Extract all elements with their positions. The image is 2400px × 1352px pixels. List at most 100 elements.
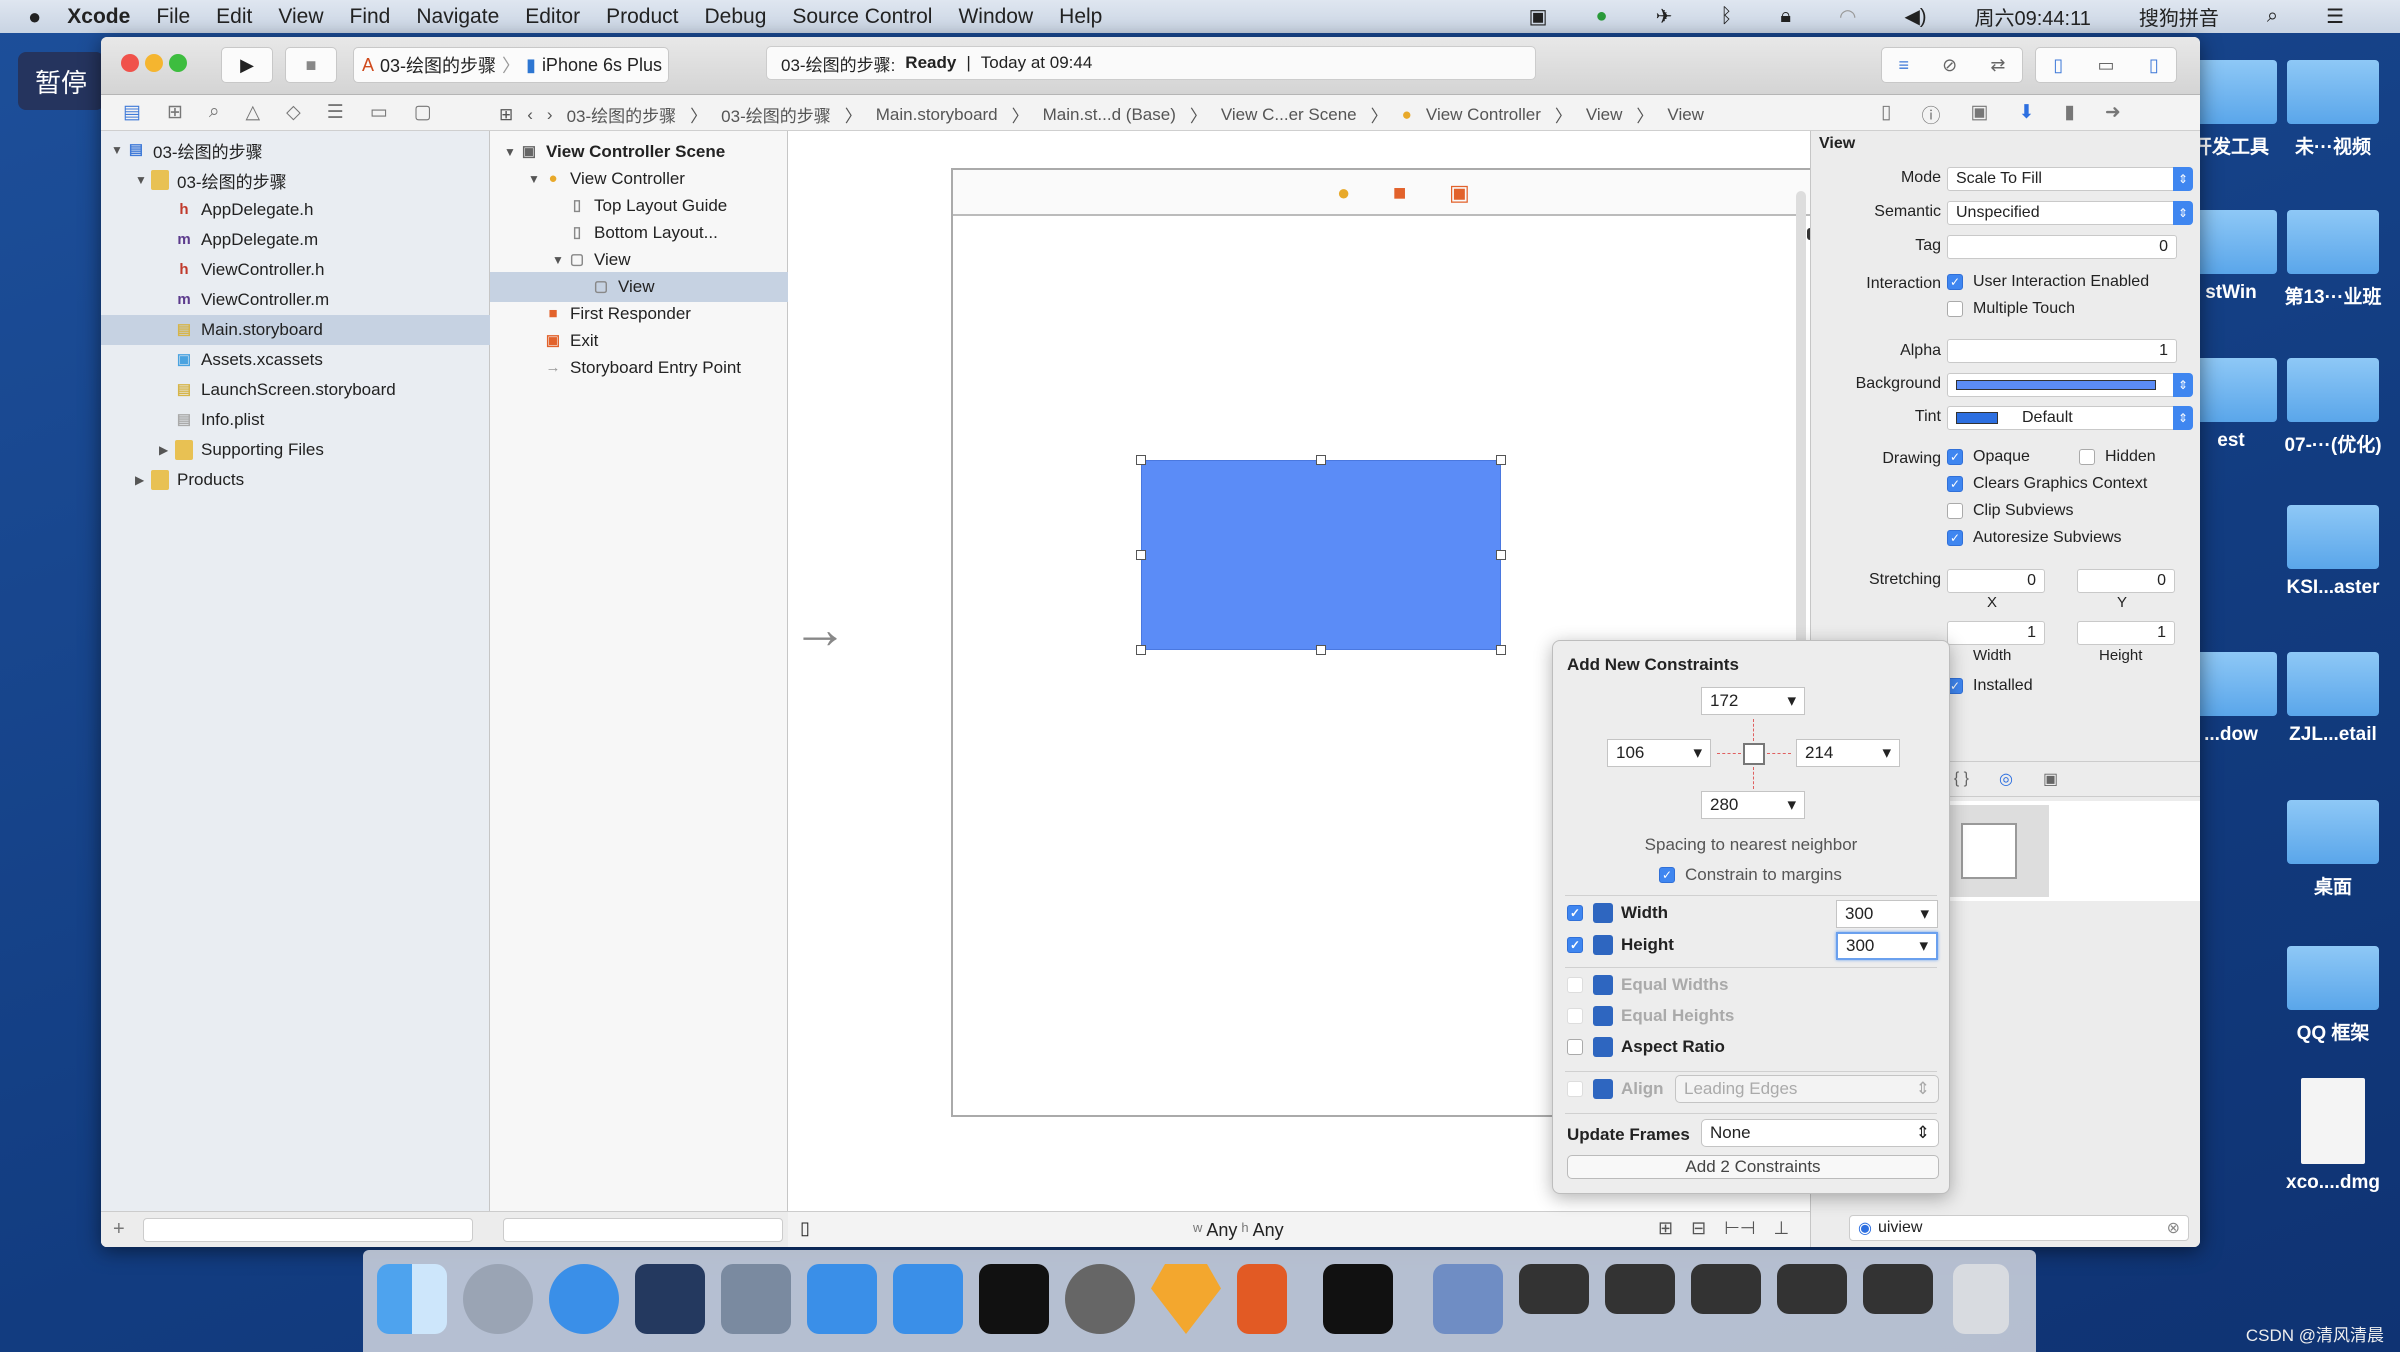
navigator-filter-input[interactable] [143, 1218, 473, 1242]
window-thumbnail-icon[interactable] [1777, 1264, 1847, 1314]
wifi-icon[interactable]: ◠ [1839, 4, 1856, 29]
navigator-item[interactable]: ▤ Info.plist [101, 405, 490, 435]
navigator-item[interactable]: ▣ Assets.xcassets [101, 345, 490, 375]
code-snippet-icon[interactable]: { } [1954, 770, 1969, 788]
breadcrumb-item[interactable]: 03-绘图的步骤 [567, 102, 677, 127]
menu-debug[interactable]: Debug [704, 5, 766, 29]
hidden-checkbox[interactable]: Hidden [2079, 448, 2156, 466]
desktop-item[interactable]: KSI...aster [2283, 505, 2383, 599]
entry-point-arrow[interactable]: → [792, 601, 848, 657]
desktop-item[interactable]: xco....dmg [2283, 1078, 2383, 1194]
simulator-icon[interactable] [893, 1264, 963, 1334]
version-editor-icon[interactable]: ⇄ [1990, 55, 2005, 76]
right-spacing-field[interactable]: 214 ▾ [1796, 739, 1900, 767]
opaque-checkbox[interactable]: ✓ Opaque [1947, 448, 2030, 466]
window-thumbnail-icon[interactable] [1691, 1264, 1761, 1314]
outline-item[interactable]: ▯ Bottom Layout... [490, 218, 788, 248]
installed-checkbox[interactable]: ✓ Installed [1947, 677, 2033, 695]
desktop-item[interactable]: 桌面 [2283, 800, 2383, 899]
stretch-x-field[interactable]: 0 [1947, 569, 2045, 593]
tint-select[interactable]: Default [1947, 406, 2177, 430]
top-spacing-field[interactable]: 172 ▾ [1701, 687, 1805, 715]
clip-subviews-checkbox[interactable]: Clip Subviews [1947, 502, 2073, 520]
menu-window[interactable]: Window [958, 5, 1033, 29]
library-search-input[interactable]: ◉ uiview ⊗ [1849, 1215, 2189, 1241]
breadcrumb-item[interactable]: Main.st...d (Base) [1043, 105, 1176, 125]
resize-handle[interactable] [1136, 550, 1146, 560]
desktop-item[interactable]: QQ 框架 [2283, 946, 2383, 1045]
breakpoint-navigator-icon[interactable]: ▭ [370, 101, 388, 124]
related-items-icon[interactable]: ⊞ [499, 105, 513, 125]
mode-select[interactable]: Scale To Fill [1947, 167, 2177, 191]
toggle-utilities-icon[interactable]: ▯ [2149, 55, 2159, 76]
apple-menu-icon[interactable]: ● [28, 4, 41, 30]
size-class-toggle[interactable]: w Any h Any [1193, 1220, 1284, 1241]
file-inspector-icon[interactable]: ▯ [1881, 101, 1891, 128]
terminal-icon[interactable] [979, 1264, 1049, 1334]
notification-center-icon[interactable]: ☰ [2326, 4, 2344, 29]
first-responder-icon[interactable]: ■ [1393, 180, 1406, 206]
menu-app[interactable]: Xcode [67, 5, 130, 29]
resize-handle[interactable] [1496, 645, 1506, 655]
update-frames-select[interactable]: None ⇕ [1701, 1119, 1939, 1147]
toggle-outline-icon[interactable]: ▯ [800, 1218, 810, 1239]
menu-find[interactable]: Find [350, 5, 391, 29]
tag-field[interactable]: 0 [1947, 235, 2177, 259]
window-thumbnail-icon[interactable] [1519, 1264, 1589, 1314]
outline-item[interactable]: → Storyboard Entry Point [490, 353, 788, 383]
resize-handle[interactable] [1136, 455, 1146, 465]
outline-item[interactable]: ▣ Exit [490, 326, 788, 356]
equal-widths-row[interactable]: Equal Widths [1567, 975, 1729, 995]
chevron-updown-icon[interactable]: ⇕ [2173, 406, 2193, 430]
menu-edit[interactable]: Edit [216, 5, 252, 29]
width-constraint-row[interactable]: ✓ Width [1567, 903, 1668, 923]
bluetooth-icon[interactable]: ᛒ [1720, 5, 1732, 28]
lock-icon[interactable]: 🔒︎ [1780, 5, 1791, 28]
identity-inspector-icon[interactable]: ▣ [1970, 101, 1988, 128]
toggle-navigator-icon[interactable]: ▯ [2053, 55, 2063, 76]
bottom-spacing-field[interactable]: 280 ▾ [1701, 791, 1805, 819]
find-navigator-icon[interactable]: ⌕ [209, 101, 220, 124]
console-icon[interactable] [1323, 1264, 1393, 1334]
pause-badge[interactable]: 暂停 [18, 52, 104, 110]
resolve-issues-icon[interactable]: ⊥ [1774, 1218, 1790, 1239]
menu-help[interactable]: Help [1059, 5, 1102, 29]
trash-icon[interactable] [1953, 1264, 2009, 1334]
test-navigator-icon[interactable]: ◇ [286, 101, 301, 124]
spotlight-icon[interactable]: ⌕ [2267, 5, 2278, 28]
issue-navigator-icon[interactable]: △ [246, 101, 261, 124]
input-method[interactable]: 搜狗拼音 [2139, 2, 2219, 31]
selected-blue-view[interactable] [1136, 455, 1506, 655]
outline-item[interactable]: ▼ ● View Controller [490, 164, 788, 194]
disclosure-triangle-icon[interactable]: ▼ [528, 172, 544, 186]
dropdown-icon[interactable]: ▾ [1882, 743, 1891, 763]
desktop-item[interactable]: ZJL...etail [2283, 652, 2383, 746]
symbol-navigator-icon[interactable]: ⊞ [167, 101, 183, 124]
standard-editor-icon[interactable]: ≡ [1899, 55, 1910, 76]
airplane-icon[interactable]: ✈ [1656, 4, 1673, 29]
semantic-select[interactable]: Unspecified [1947, 201, 2177, 225]
toggle-debug-icon[interactable]: ▭ [2097, 55, 2114, 76]
screen-record-icon[interactable]: ▣ [1529, 4, 1548, 29]
add-constraints-button[interactable]: Add 2 Constraints [1567, 1155, 1939, 1179]
media-library-icon[interactable]: ▣ [2043, 769, 2058, 789]
dropdown-icon[interactable]: ▾ [1920, 904, 1929, 924]
user-interaction-checkbox[interactable]: ✓ User Interaction Enabled [1947, 273, 2149, 291]
add-icon[interactable]: + [113, 1218, 125, 1241]
breadcrumb-item[interactable]: View [1586, 105, 1623, 125]
align-icon[interactable]: ⊟ [1691, 1218, 1706, 1239]
report-navigator-icon[interactable]: ▢ [414, 101, 432, 124]
menu-view[interactable]: View [278, 5, 323, 29]
xcode-icon[interactable] [807, 1264, 877, 1334]
height-constraint-row[interactable]: ✓ Height [1567, 935, 1674, 955]
menu-navigate[interactable]: Navigate [416, 5, 499, 29]
resize-handle[interactable] [1496, 550, 1506, 560]
p-app-icon[interactable] [1237, 1264, 1287, 1334]
zoom-window-button[interactable] [169, 54, 187, 72]
video-app-icon[interactable] [721, 1264, 791, 1334]
resize-handle[interactable] [1136, 645, 1146, 655]
stop-button[interactable]: ■ [285, 47, 337, 83]
object-library-icon[interactable]: ◎ [1999, 769, 2013, 789]
left-strut[interactable] [1717, 753, 1741, 754]
right-strut[interactable] [1767, 753, 1791, 754]
